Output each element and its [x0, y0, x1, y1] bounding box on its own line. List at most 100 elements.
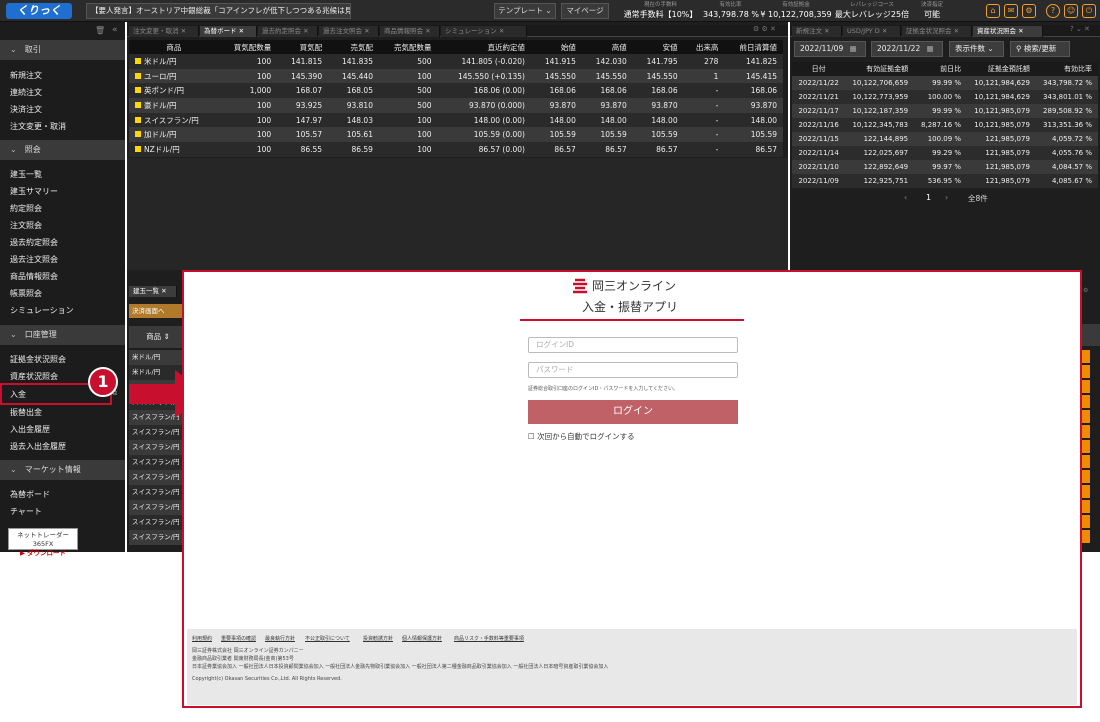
col-change[interactable]: 前日比	[914, 62, 968, 76]
col-bid-qty[interactable]: 買気配数量	[218, 40, 278, 54]
trash-icon[interactable]: 🗑	[95, 26, 105, 35]
ask-price[interactable]: 145.440	[328, 68, 379, 84]
menu-chart[interactable]: チャート	[10, 506, 42, 517]
password-input[interactable]: パスワード	[528, 362, 738, 378]
link-privacy[interactable]: 個人情報保護方針	[402, 635, 442, 642]
position-row[interactable]: スイスフラン/円	[129, 470, 187, 485]
link-terms[interactable]: 利用規約	[192, 635, 212, 642]
link-important[interactable]: 重要事項の確認	[221, 635, 256, 642]
menu-new-order[interactable]: 新規注文	[10, 70, 42, 81]
ask-price[interactable]: 93.810	[328, 98, 379, 113]
bid-price[interactable]: 141.815	[277, 54, 329, 69]
menu-fx-board[interactable]: 為替ボード	[10, 489, 50, 500]
auto-login-checkbox[interactable]: ☐ 次回から自動でログインする	[528, 431, 635, 442]
position-row[interactable]: スイスフラン/円	[129, 440, 187, 455]
bid-price[interactable]: 145.390	[277, 68, 329, 84]
menu-deposit-history[interactable]: 入出金履歴	[10, 424, 50, 435]
prev-page-icon[interactable]: ‹	[904, 193, 907, 202]
bid-price[interactable]: 105.57	[277, 127, 329, 143]
login-button[interactable]: ログイン	[528, 400, 738, 424]
menu-position-summary[interactable]: 建玉サマリー	[10, 186, 58, 197]
col-open[interactable]: 始値	[530, 40, 582, 54]
fx-row[interactable]: NZドル/円 100 86.55 86.59 100 86.57 (0.00) 86.57 8…	[129, 142, 783, 157]
menu-margin-status[interactable]: 証拠金状況照会	[10, 354, 66, 365]
tab-usdjpy-chart[interactable]: USD/JPY D ✕	[843, 26, 901, 37]
bid-price[interactable]: 147.97	[277, 112, 329, 128]
panel-help-icon[interactable]: ? ⌄ ✕	[1070, 25, 1090, 33]
ask-price[interactable]: 168.05	[328, 83, 379, 99]
template-button[interactable]: テンプレート ⌄	[494, 3, 556, 19]
col-prev-settle[interactable]: 前日清算値	[724, 40, 783, 54]
user-icon[interactable]: ☺	[1064, 4, 1078, 18]
position-row[interactable]: スイスフラン/円	[129, 515, 187, 530]
position-row[interactable]: スイスフラン/円	[129, 425, 187, 440]
logout-icon[interactable]: ⏻	[1082, 4, 1096, 18]
settle-screen-button[interactable]: 決済画面へ	[129, 304, 185, 318]
fx-row[interactable]: 加ドル/円 100 105.57 105.61 100 105.59 (0.00) 105.…	[129, 127, 783, 143]
tab-past-orders[interactable]: 過去注文照会 ✕	[319, 26, 379, 37]
menu-transfer-withdraw[interactable]: 振替出金	[10, 407, 42, 418]
col-equity[interactable]: 有効証拠金額	[845, 62, 915, 76]
ask-price[interactable]: 86.59	[328, 142, 379, 157]
col-ask-qty[interactable]: 売気配数量	[378, 40, 438, 54]
page-number[interactable]: 1	[926, 193, 931, 202]
fx-row[interactable]: 米ドル/円 100 141.815 141.835 500 141.805 (-0.020…	[129, 54, 783, 69]
menu-executions[interactable]: 約定照会	[10, 203, 42, 214]
section-inquiry[interactable]: ⌄ 照会	[0, 140, 125, 160]
position-row[interactable]: 米ドル/円	[129, 350, 187, 365]
app-logo[interactable]: くりっく365	[6, 3, 72, 33]
tab-past-executions[interactable]: 過去約定照会 ✕	[258, 26, 318, 37]
bid-price[interactable]: 168.07	[277, 83, 329, 99]
mypage-button[interactable]: マイページ	[561, 3, 609, 19]
count-select[interactable]: 表示件数 ⌄	[949, 41, 1004, 57]
col-product[interactable]: 商品	[129, 40, 219, 54]
menu-simulation[interactable]: シミュレーション	[10, 305, 74, 316]
bid-price[interactable]: 93.925	[277, 98, 329, 113]
menu-continuous-order[interactable]: 連続注文	[10, 87, 42, 98]
search-update-button[interactable]: ⚲ 検索/更新	[1010, 41, 1070, 57]
position-row[interactable]: スイスフラン/円	[129, 485, 187, 500]
menu-orders[interactable]: 注文照会	[10, 220, 42, 231]
bid-price[interactable]: 86.55	[277, 142, 329, 157]
col-product-header[interactable]: 商品 ⇕	[129, 326, 187, 348]
tab-positions[interactable]: 建玉一覧 ✕	[129, 286, 177, 297]
checkbox-icon[interactable]: ☐	[528, 432, 535, 441]
tab-simulation[interactable]: シミュレーション ✕	[441, 26, 527, 37]
col-ask[interactable]: 売気配	[328, 40, 379, 54]
link-unfair-trading[interactable]: 不公正取引について	[305, 635, 350, 642]
fx-row[interactable]: スイスフラン/円 100 147.97 148.03 100 148.00 (0.00) 1…	[129, 112, 783, 128]
col-ratio[interactable]: 有効比率	[1035, 62, 1098, 76]
link-risk-fees[interactable]: 商品リスク・手数料等重要事項	[454, 635, 524, 642]
menu-past-deposit-history[interactable]: 過去入出金履歴	[10, 441, 66, 452]
col-high[interactable]: 高値	[581, 40, 633, 54]
news-ticker[interactable]: 【要人発言】オーストリア中銀総裁「コアインフレが低下しつつある兆候は見ら…	[86, 3, 351, 19]
section-trade[interactable]: ⌄ 取引	[0, 40, 125, 60]
link-solicitation[interactable]: 投資勧誘方針	[363, 635, 393, 642]
mail-icon[interactable]: ✉	[1004, 4, 1018, 18]
login-id-input[interactable]: ログインID	[528, 337, 738, 353]
calendar-icon[interactable]: ▦	[927, 44, 934, 53]
menu-reports[interactable]: 帳票照会	[10, 288, 42, 299]
menu-past-orders[interactable]: 過去注文照会	[10, 254, 58, 265]
date-from-input[interactable]: 2022/11/09 ▦	[794, 41, 866, 57]
fx-row[interactable]: 豪ドル/円 100 93.925 93.810 500 93.870 (0.000) 93.…	[129, 98, 783, 113]
menu-positions[interactable]: 建玉一覧	[10, 169, 42, 180]
position-row[interactable]: スイスフラン/円	[129, 455, 187, 470]
menu-modify-cancel[interactable]: 注文変更・取消	[10, 121, 66, 132]
tab-product-info[interactable]: 商品情報照会 ✕	[380, 26, 440, 37]
tab-asset-status[interactable]: 資産状況照会 ✕	[973, 26, 1043, 37]
col-bid[interactable]: 買気配	[277, 40, 329, 54]
panel-settings-icon[interactable]: ⚙ ⚙ ✕	[753, 25, 776, 33]
menu-past-executions[interactable]: 過去約定照会	[10, 237, 58, 248]
link-best-execution[interactable]: 最良執行方針	[265, 635, 295, 642]
col-date[interactable]: 日付	[792, 62, 846, 76]
menu-product-info[interactable]: 商品情報照会	[10, 271, 58, 282]
position-row[interactable]: スイスフラン/円	[129, 530, 187, 545]
panel-settings-icon[interactable]: ⚙	[1083, 287, 1088, 294]
home-icon[interactable]: ⌂	[986, 4, 1000, 18]
col-deposit[interactable]: 証拠金預託額	[967, 62, 1036, 76]
tab-margin-status[interactable]: 証拠金状況照会 ✕	[902, 26, 972, 37]
col-low[interactable]: 安値	[632, 40, 684, 54]
col-last[interactable]: 直近約定値	[437, 40, 531, 54]
date-to-input[interactable]: 2022/11/22 ▦	[871, 41, 943, 57]
